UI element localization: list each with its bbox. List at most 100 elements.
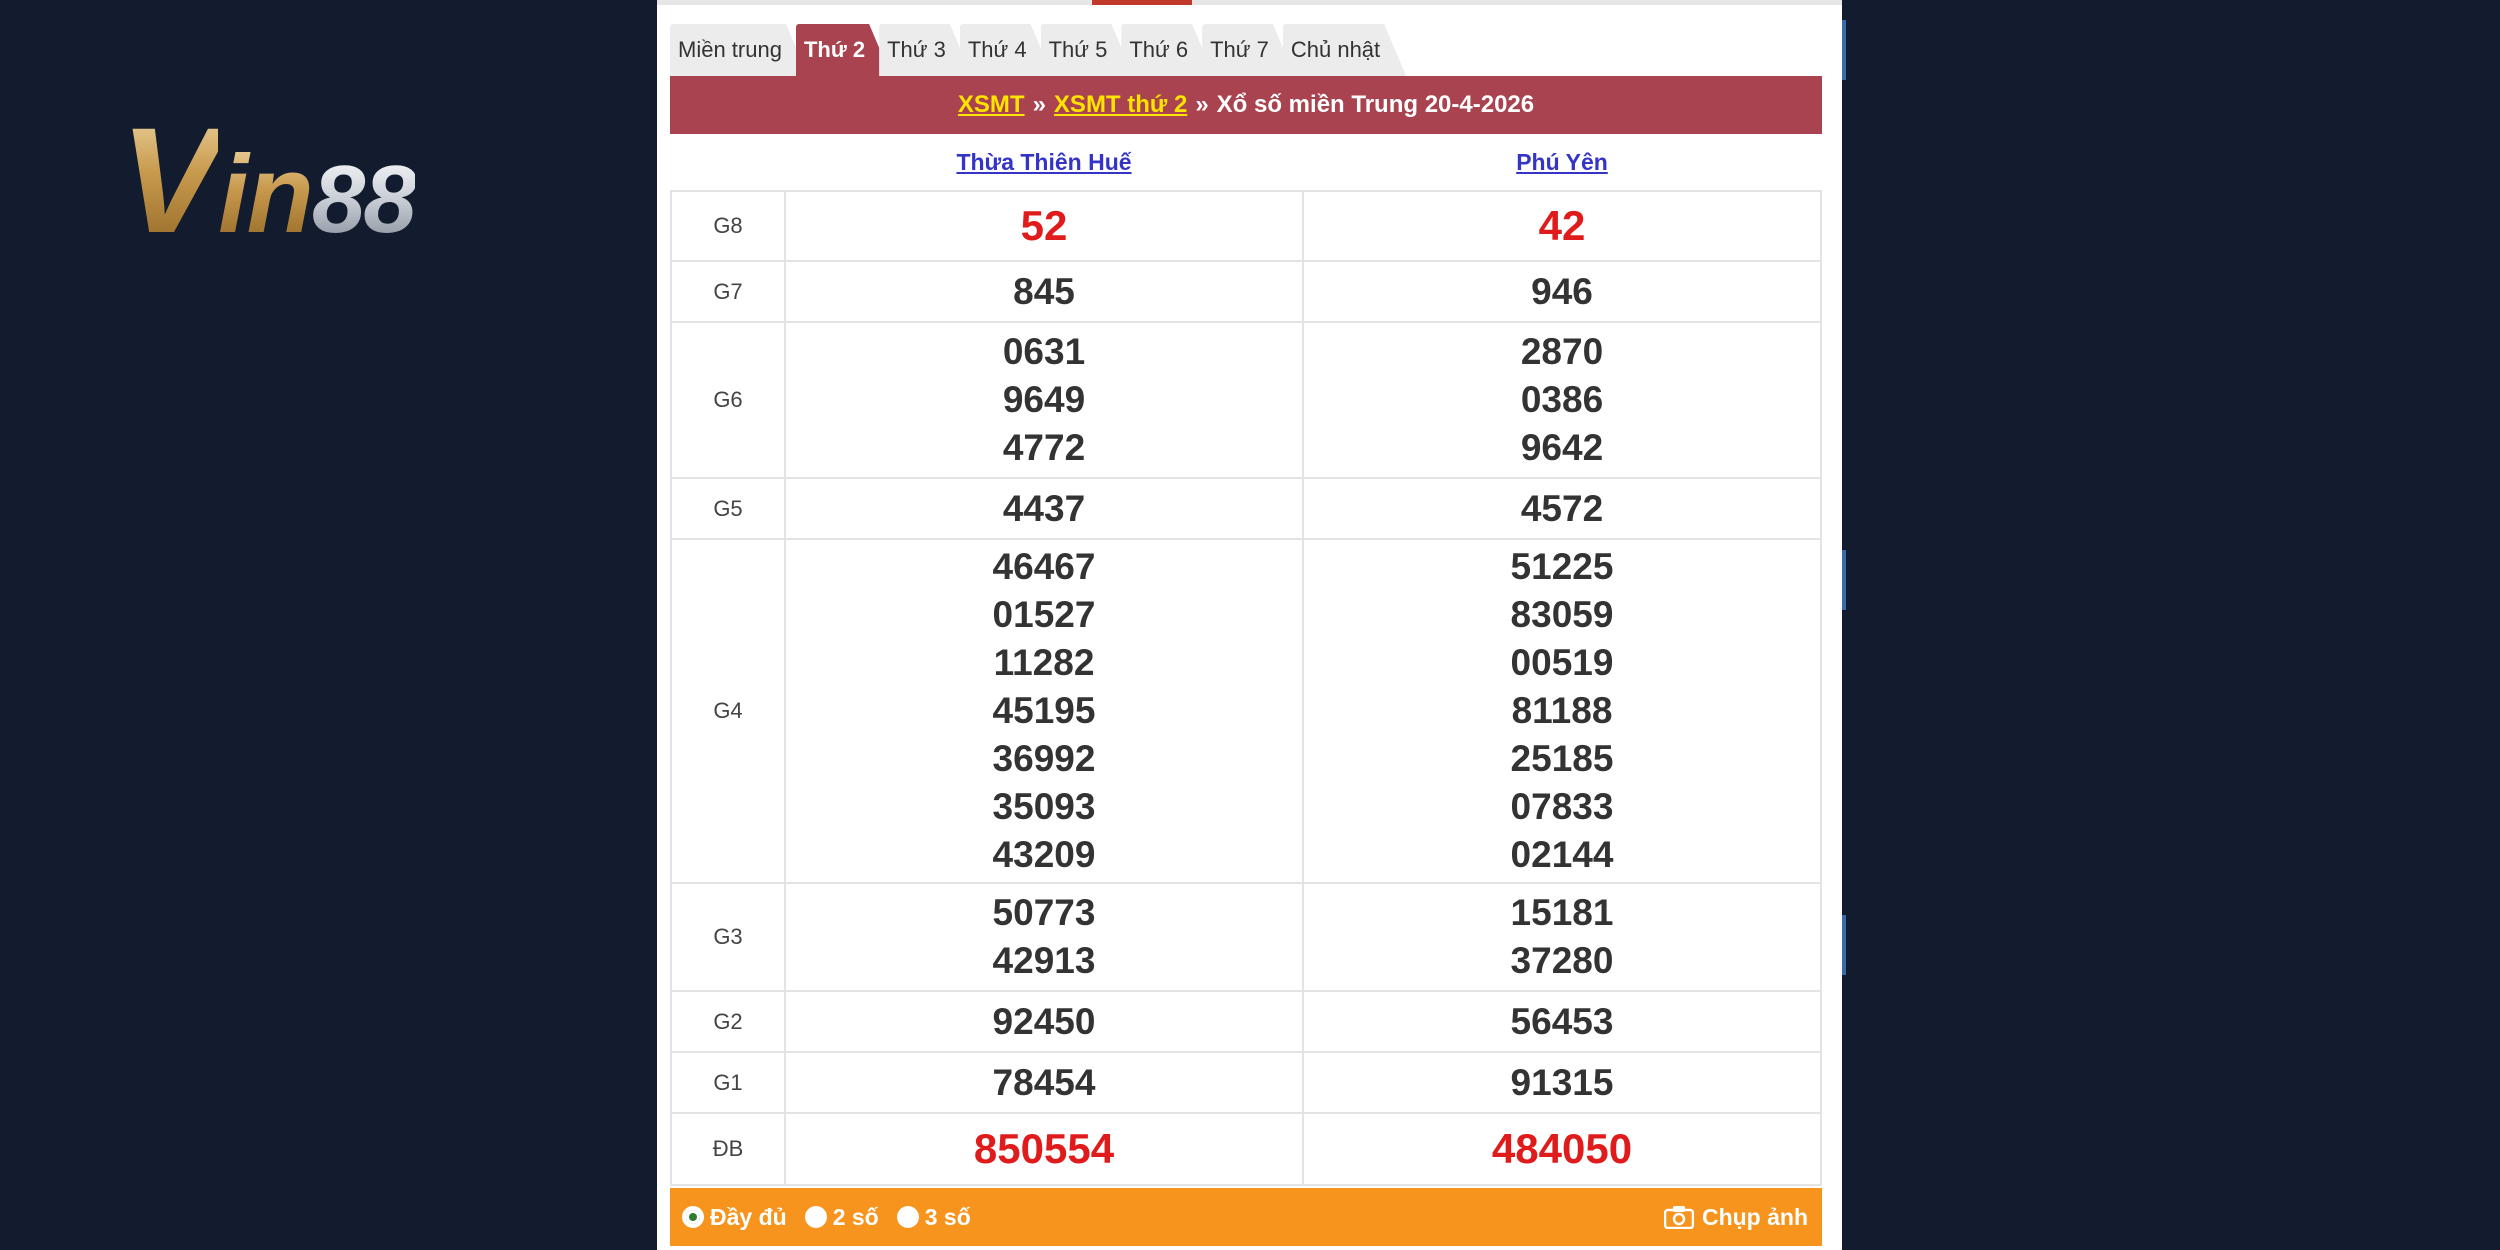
result-number: 43209 — [992, 834, 1096, 875]
tab-mien-trung[interactable]: Miền trung — [670, 24, 808, 76]
result-number: 15181 — [1510, 892, 1614, 933]
result-value: 56453 — [1302, 990, 1822, 1053]
prize-label: ĐB — [670, 1112, 786, 1186]
logo-in: in — [218, 133, 314, 256]
tab-thu-2[interactable]: Thứ 2 — [796, 24, 891, 76]
result-number: 02144 — [1510, 834, 1614, 875]
result-number: 52 — [1020, 202, 1068, 249]
prize-label: G6 — [670, 321, 786, 479]
result-value: 78454 — [784, 1051, 1304, 1114]
display-options-bar: Đầy đủ 2 số 3 số Chụp ảnh — [670, 1188, 1822, 1246]
result-number: 91315 — [1510, 1061, 1614, 1103]
result-value: 50773 42913 — [784, 882, 1304, 992]
result-number: 4437 — [1002, 487, 1086, 529]
special-prize-value: 484050 — [1302, 1112, 1822, 1186]
panel-edge-marker — [1842, 550, 1846, 610]
prize-row-g4: G4 46467 01527 11282 45195 36992 35093 4… — [670, 538, 1822, 884]
prize-row-g7: G7 845 946 — [670, 260, 1822, 323]
prize-label: G2 — [670, 990, 786, 1053]
radio-3-so[interactable]: 3 số — [896, 1203, 971, 1231]
result-number: 83059 — [1510, 594, 1614, 635]
tab-thu-3[interactable]: Thứ 3 — [879, 24, 972, 76]
radio-unselected-icon — [804, 1206, 827, 1228]
result-number: 11282 — [993, 642, 1095, 683]
prize-label: G4 — [670, 538, 786, 884]
radio-2-so[interactable]: 2 số — [804, 1203, 879, 1231]
prize-label: G7 — [670, 260, 786, 323]
breadcrumb-link-xsmt-thu-2[interactable]: XSMT thứ 2 — [1054, 91, 1187, 119]
prize-row-special: ĐB 850554 484050 — [670, 1112, 1822, 1186]
capture-button[interactable]: Chụp ảnh — [1663, 1203, 1808, 1231]
result-number: 36992 — [992, 738, 1096, 779]
radio-label: 2 số — [832, 1203, 879, 1230]
special-prize-value: 850554 — [784, 1112, 1304, 1186]
result-value: 46467 01527 11282 45195 36992 35093 4320… — [784, 538, 1304, 884]
result-value: 0631 9649 4772 — [784, 321, 1304, 479]
province-header: Thừa Thiên Huế — [785, 134, 1303, 192]
result-number: 45195 — [992, 690, 1096, 731]
result-value: 52 — [784, 190, 1304, 262]
vin88-logo: Vin88 — [120, 105, 417, 256]
breadcrumb-link-xsmt[interactable]: XSMT — [958, 91, 1025, 119]
prize-row-g6: G6 0631 9649 4772 2870 0386 9642 — [670, 321, 1822, 479]
result-number: 0386 — [1520, 379, 1604, 420]
result-number: 946 — [1531, 270, 1593, 312]
prize-label: G5 — [670, 477, 786, 540]
tab-thu-4[interactable]: Thứ 4 — [960, 24, 1053, 76]
logo-88: 88 — [311, 146, 417, 253]
result-value: 4437 — [784, 477, 1304, 540]
breadcrumb-separator: » — [1195, 91, 1209, 118]
breadcrumb: XSMT » XSMT thứ 2 » Xổ số miền Trung 20-… — [670, 76, 1822, 134]
result-number: 484050 — [1491, 1125, 1633, 1172]
radio-selected-icon — [682, 1206, 704, 1228]
result-value: 4572 — [1302, 477, 1822, 540]
page-title: Xổ số miền Trung 20-4-2026 — [1216, 91, 1535, 118]
result-value: 946 — [1302, 260, 1822, 323]
day-tabs: Miền trung Thứ 2 Thứ 3 Thứ 4 Thứ 5 Thứ 6… — [670, 22, 1394, 76]
result-number: 0631 — [1002, 331, 1086, 372]
result-value: 91315 — [1302, 1051, 1822, 1114]
result-number: 4772 — [1002, 427, 1086, 468]
panel-edge-marker — [1842, 915, 1846, 975]
prize-row-g1: G1 78454 91315 — [670, 1051, 1822, 1114]
result-number: 56453 — [1510, 1000, 1614, 1042]
result-value: 51225 83059 00519 81188 25185 07833 0214… — [1302, 538, 1822, 884]
result-value: 15181 37280 — [1302, 882, 1822, 992]
prize-row-g2: G2 92450 56453 — [670, 990, 1822, 1053]
prize-label: G3 — [670, 882, 786, 992]
result-number: 46467 — [992, 546, 1096, 587]
radio-day-du[interactable]: Đầy đủ — [682, 1204, 787, 1231]
tab-thu-5[interactable]: Thứ 5 — [1041, 24, 1134, 76]
prize-row-g5: G5 4437 4572 — [670, 477, 1822, 540]
prize-column-header — [671, 134, 785, 192]
province-header-row: Thừa Thiên Huế Phú Yên — [671, 134, 1821, 192]
result-number: 35093 — [992, 786, 1096, 827]
camera-icon — [1663, 1206, 1694, 1229]
capture-label: Chụp ảnh — [1701, 1203, 1808, 1230]
top-accent-red — [1092, 0, 1192, 5]
radio-label: 3 số — [924, 1203, 971, 1230]
province-header: Phú Yên — [1303, 134, 1821, 192]
result-value: 42 — [1302, 190, 1822, 262]
result-value: 2870 0386 9642 — [1302, 321, 1822, 479]
result-number: 42913 — [992, 940, 1096, 981]
result-value: 92450 — [784, 990, 1304, 1053]
radio-unselected-icon — [896, 1206, 919, 1228]
radio-label: Đầy đủ — [710, 1203, 787, 1230]
panel-edge-marker — [1842, 20, 1846, 80]
result-number: 78454 — [992, 1061, 1096, 1103]
prize-label: G1 — [670, 1051, 786, 1114]
prize-label: G8 — [670, 190, 786, 262]
prize-row-g8: G8 52 42 — [670, 190, 1822, 262]
tab-thu-7[interactable]: Thứ 7 — [1202, 24, 1295, 76]
tab-thu-6[interactable]: Thứ 6 — [1121, 24, 1214, 76]
province-link-thua-thien-hue[interactable]: Thừa Thiên Huế — [956, 149, 1131, 175]
province-link-phu-yen[interactable]: Phú Yên — [1516, 149, 1608, 175]
tab-chu-nhat[interactable]: Chủ nhật — [1283, 24, 1406, 76]
result-number: 07833 — [1510, 786, 1614, 827]
result-number: 51225 — [1510, 546, 1614, 587]
results-table: Thừa Thiên Huế Phú Yên G8 52 42 G7 845 9… — [670, 134, 1822, 1186]
logo-v: V — [120, 96, 220, 264]
result-value: 845 — [784, 260, 1304, 323]
result-number: 850554 — [973, 1125, 1115, 1172]
